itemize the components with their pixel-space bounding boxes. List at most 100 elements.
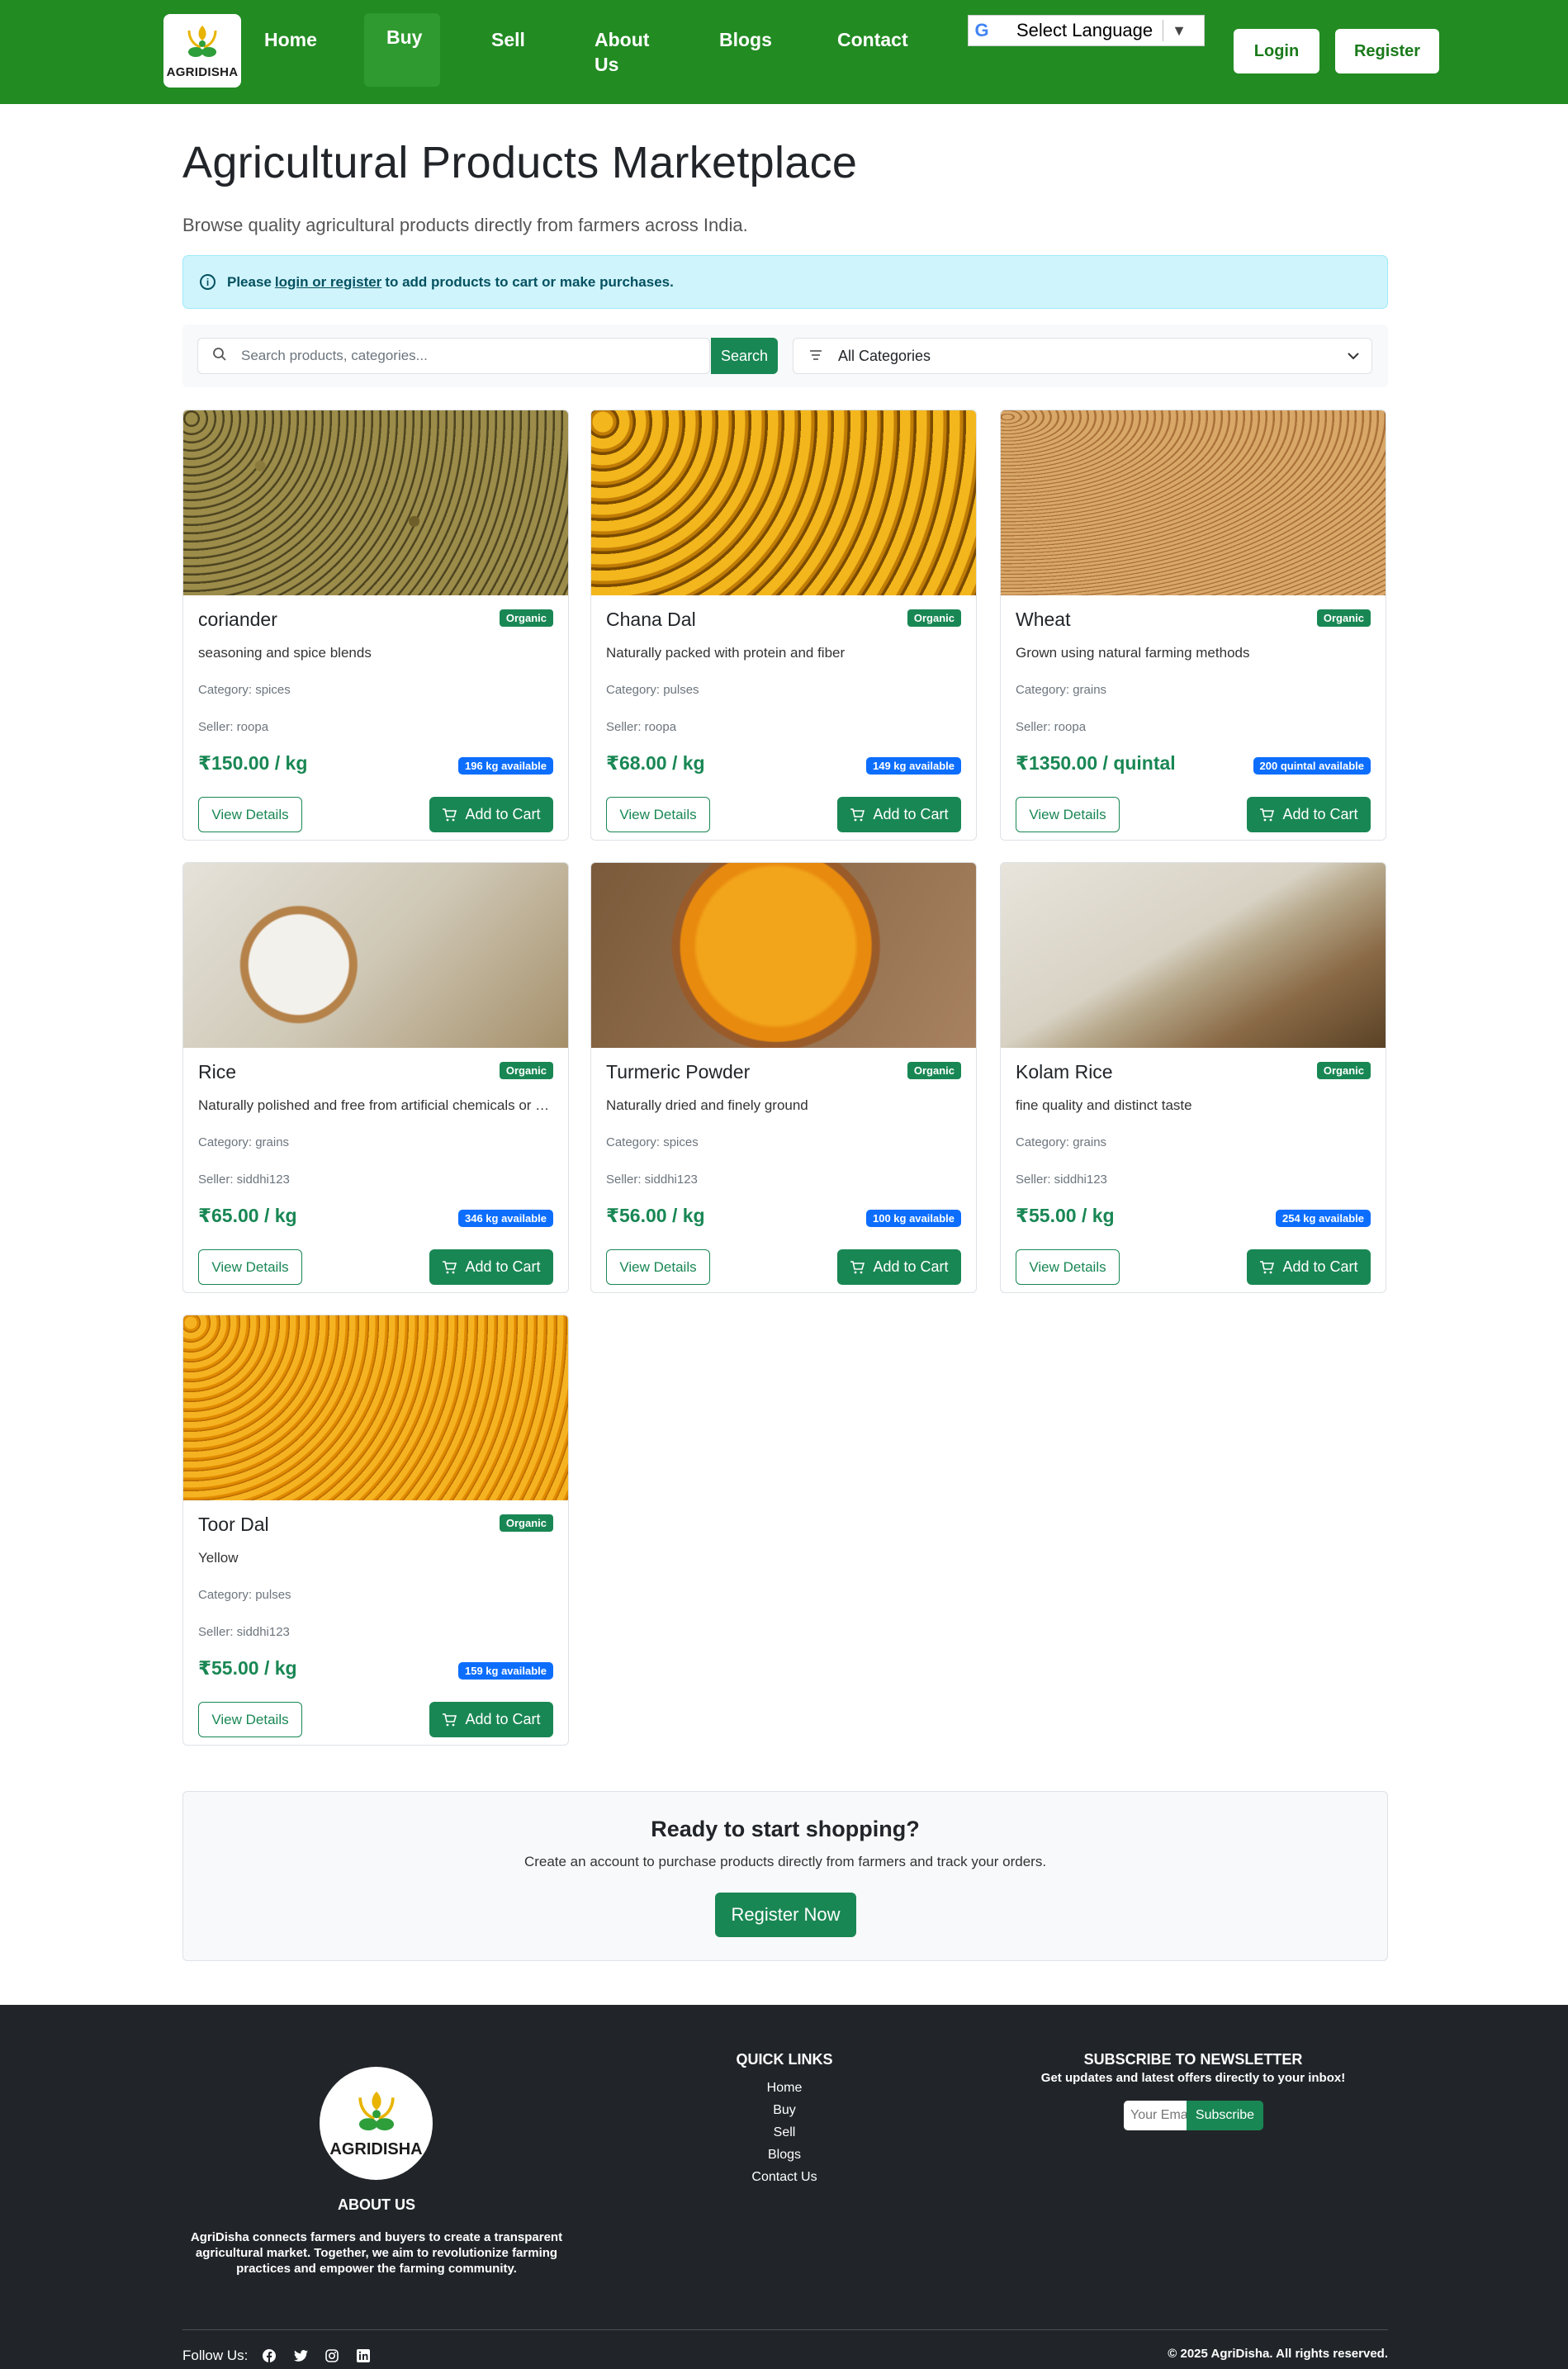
cart-icon	[443, 1260, 457, 1273]
navbar: AGRIDISHA Home Buy Sell About Us Blogs C…	[0, 0, 1568, 104]
language-select[interactable]: G Select Language ▼	[968, 15, 1205, 46]
add-to-cart-button[interactable]: Add to Cart	[837, 1249, 961, 1285]
quick-links-title: QUICK LINKS	[736, 2051, 833, 2068]
search-button[interactable]: Search	[711, 338, 778, 374]
nav-buy[interactable]: Buy	[386, 25, 422, 50]
add-to-cart-label: Add to Cart	[873, 806, 949, 822]
product-seller: Seller: roopa	[1016, 720, 1087, 734]
google-icon: G	[974, 20, 989, 40]
product-description: seasoning and spice blends	[198, 645, 372, 661]
product-price: ₹68.00 / kg	[606, 752, 705, 774]
instagram-icon[interactable]	[322, 2346, 342, 2366]
footer-link-blogs[interactable]: Blogs	[710, 2148, 859, 2163]
category-value: All Categories	[838, 347, 931, 364]
add-to-cart-button[interactable]: Add to Cart	[429, 797, 553, 832]
product-seller: Seller: roopa	[198, 720, 269, 734]
view-details-button[interactable]: View Details	[606, 797, 710, 832]
organic-badge: Organic	[1316, 609, 1371, 627]
product-seller: Seller: roopa	[606, 720, 677, 734]
product-name: Kolam Rice	[1016, 1061, 1113, 1083]
view-details-button[interactable]: View Details	[1016, 797, 1120, 832]
product-card: Wheat Organic Grown using natural farmin…	[1000, 410, 1386, 841]
product-image	[183, 1315, 568, 1500]
availability-badge: 100 kg available	[865, 1210, 961, 1227]
product-card: Turmeric Powder Organic Naturally dried …	[590, 862, 977, 1293]
view-details-button[interactable]: View Details	[198, 1702, 302, 1737]
social-links: Follow Us:	[182, 2346, 373, 2366]
product-image	[591, 863, 976, 1048]
add-to-cart-button[interactable]: Add to Cart	[1247, 1249, 1371, 1285]
product-description: Naturally dried and finely ground	[606, 1097, 808, 1113]
product-image	[183, 410, 568, 595]
add-to-cart-label: Add to Cart	[465, 1258, 541, 1275]
footer-link-buy[interactable]: Buy	[710, 2103, 859, 2118]
twitter-icon[interactable]	[291, 2346, 310, 2366]
view-details-button[interactable]: View Details	[198, 797, 302, 832]
availability-badge: 254 kg available	[1275, 1210, 1371, 1227]
product-price: ₹1350.00 / quintal	[1016, 752, 1176, 774]
product-category: Category: spices	[606, 1135, 699, 1149]
availability-badge: 196 kg available	[457, 757, 553, 775]
footer-logo-text: AGRIDISHA	[329, 2140, 423, 2158]
alert-post: to add products to cart or make purchase…	[385, 273, 674, 290]
add-to-cart-label: Add to Cart	[1282, 806, 1358, 822]
product-card: Rice Organic Naturally polished and free…	[182, 862, 569, 1293]
search-icon	[198, 347, 241, 366]
nav-sell[interactable]: Sell	[491, 27, 525, 52]
product-price: ₹55.00 / kg	[198, 1657, 297, 1679]
add-to-cart-button[interactable]: Add to Cart	[1247, 797, 1371, 832]
organic-badge: Organic	[1316, 1062, 1371, 1079]
product-category: Category: grains	[1016, 683, 1107, 697]
filter-icon	[793, 348, 838, 365]
product-category: Category: pulses	[198, 1588, 291, 1602]
nav-about[interactable]: About Us	[595, 27, 661, 77]
register-button[interactable]: Register	[1335, 29, 1439, 73]
add-to-cart-button[interactable]: Add to Cart	[429, 1249, 553, 1285]
cta-text: Create an account to purchase products d…	[523, 1854, 1047, 1869]
page-title: Agricultural Products Marketplace	[182, 138, 858, 187]
facebook-icon[interactable]	[259, 2346, 279, 2366]
product-name: Toor Dal	[198, 1514, 269, 1535]
search-input[interactable]	[241, 348, 709, 364]
nav-home[interactable]: Home	[264, 27, 317, 52]
login-register-link[interactable]: login or register	[275, 274, 381, 291]
register-cta: Ready to start shopping? Create an accou…	[182, 1791, 1388, 1961]
footer-link-sell[interactable]: Sell	[710, 2125, 859, 2140]
search-box	[197, 338, 710, 374]
alert-pre: Please	[227, 273, 272, 290]
product-name: Chana Dal	[606, 609, 696, 630]
organic-badge: Organic	[907, 1062, 961, 1079]
newsletter-subtitle: Get updates and latest offers directly t…	[1040, 2071, 1346, 2085]
login-button[interactable]: Login	[1234, 29, 1319, 73]
product-card: Kolam Rice Organic fine quality and dist…	[1000, 862, 1386, 1293]
product-image	[591, 410, 976, 595]
cart-icon	[443, 808, 457, 821]
view-details-button[interactable]: View Details	[606, 1249, 710, 1285]
add-to-cart-button[interactable]: Add to Cart	[429, 1702, 553, 1737]
cart-icon	[850, 1260, 865, 1273]
product-price: ₹65.00 / kg	[198, 1205, 297, 1226]
product-category: Category: spices	[198, 683, 291, 697]
about-text: AgriDisha connects farmers and buyers to…	[190, 2230, 563, 2276]
footer: AGRIDISHA ABOUT US AgriDisha connects fa…	[0, 2005, 1568, 2369]
cart-icon	[1260, 1260, 1275, 1273]
view-details-button[interactable]: View Details	[1016, 1249, 1120, 1285]
footer-link-contact[interactable]: Contact Us	[710, 2170, 859, 2185]
nav-blogs[interactable]: Blogs	[719, 27, 772, 52]
product-price: ₹56.00 / kg	[606, 1205, 705, 1226]
footer-link-home[interactable]: Home	[710, 2081, 859, 2096]
brand-logo[interactable]: AGRIDISHA	[163, 14, 241, 88]
view-details-button[interactable]: View Details	[198, 1249, 302, 1285]
subscribe-button[interactable]: Subscribe	[1187, 2101, 1263, 2130]
add-to-cart-button[interactable]: Add to Cart	[837, 797, 961, 832]
availability-badge: 346 kg available	[457, 1210, 553, 1227]
newsletter-email-input[interactable]: Your Email	[1124, 2101, 1187, 2130]
product-name: Turmeric Powder	[606, 1061, 751, 1083]
linkedin-icon[interactable]	[353, 2346, 373, 2366]
nav-contact[interactable]: Contact	[837, 27, 908, 52]
register-now-button[interactable]: Register Now	[715, 1893, 856, 1937]
product-seller: Seller: siddhi123	[198, 1625, 290, 1639]
category-select[interactable]: All Categories	[793, 338, 1372, 374]
wheat-leaf-icon	[187, 26, 217, 57]
info-icon: i	[200, 274, 216, 290]
